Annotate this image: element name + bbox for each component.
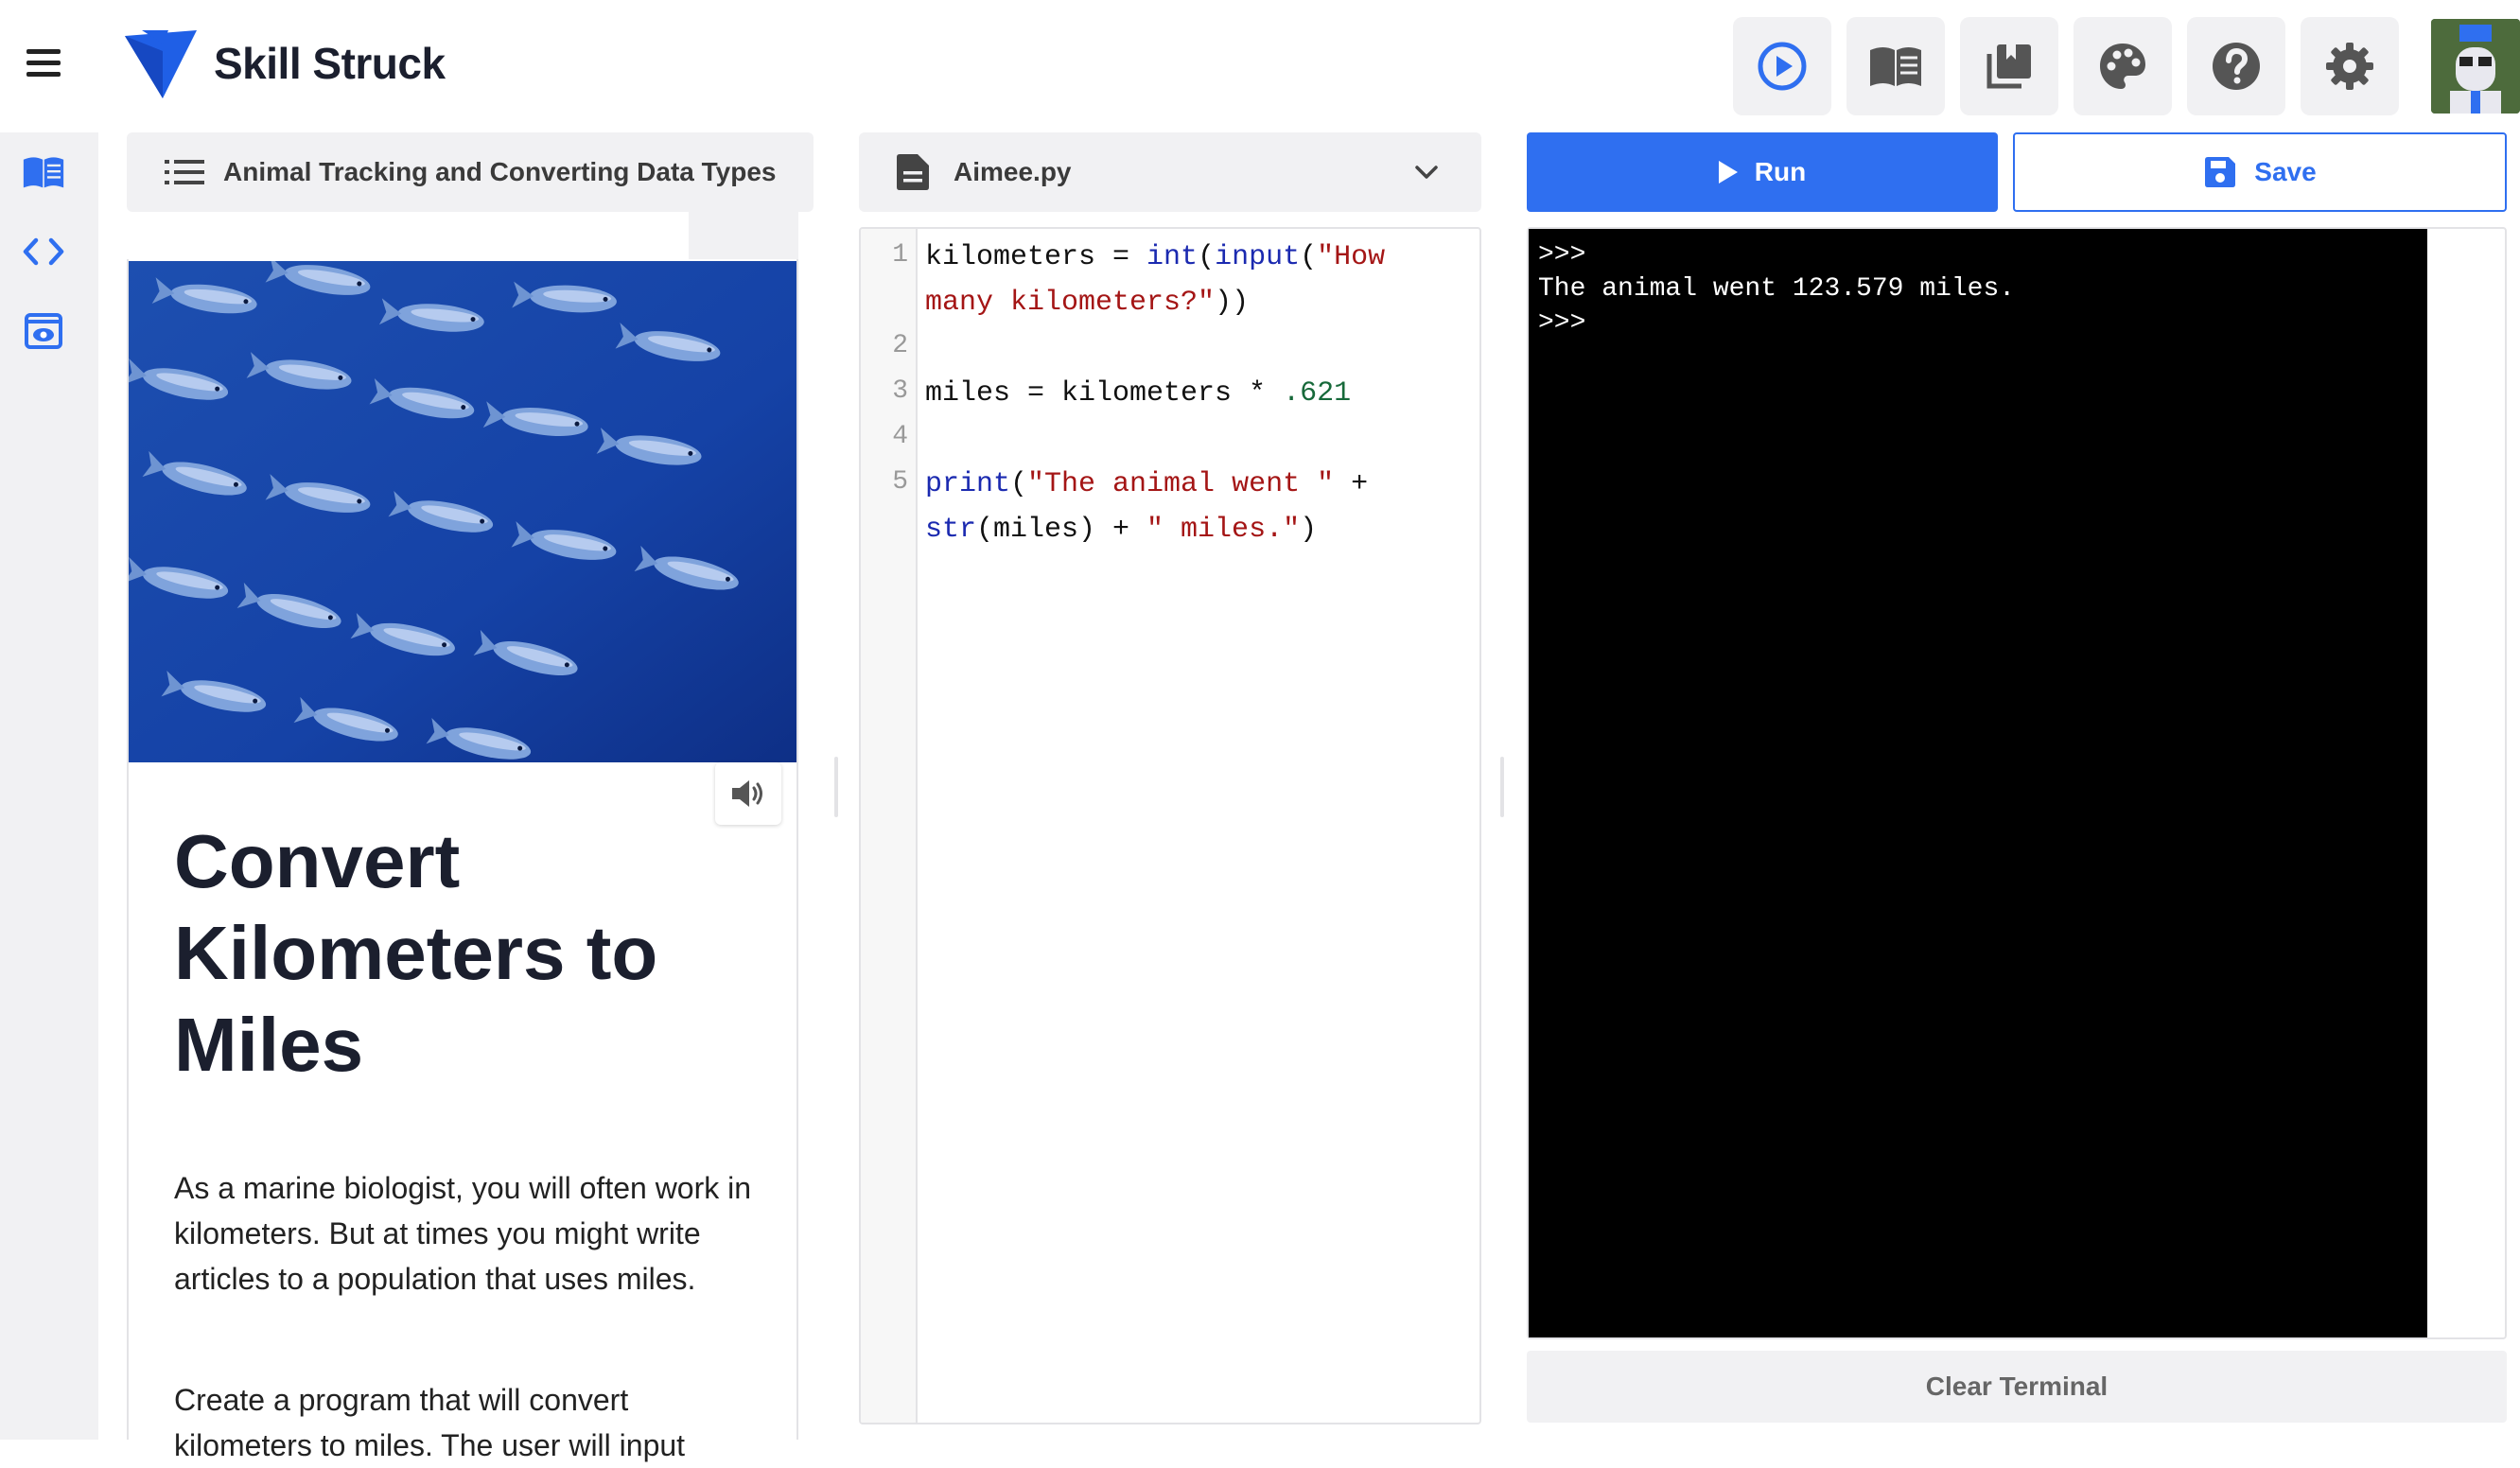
lesson-breadcrumb[interactable]: Animal Tracking and Converting Data Type… bbox=[127, 132, 814, 212]
toolbar-run-button[interactable] bbox=[1733, 17, 1831, 115]
hamburger-menu-icon[interactable] bbox=[19, 38, 68, 87]
line-number: 4 bbox=[892, 422, 908, 451]
lesson-heading: Convert Kilometers to Miles bbox=[174, 819, 658, 1087]
panel-resize-handle[interactable] bbox=[1500, 757, 1504, 817]
run-button[interactable]: Run bbox=[1527, 132, 1998, 212]
code-line: miles = kilometers * .621 bbox=[925, 377, 1352, 410]
code-line: kilometers = int(input("How bbox=[925, 241, 1386, 273]
toolbar-settings-button[interactable] bbox=[2301, 17, 2399, 115]
toolbar-theme-button[interactable] bbox=[2074, 17, 2172, 115]
line-number: 3 bbox=[892, 376, 908, 406]
lesson-image-school-of-fish bbox=[129, 261, 796, 762]
help-icon bbox=[2213, 43, 2260, 90]
speaker-icon bbox=[732, 780, 762, 807]
line-number: 5 bbox=[892, 467, 908, 497]
toolbar-lesson-button[interactable] bbox=[1846, 17, 1945, 115]
code-editor[interactable]: 1 2 3 4 5 kilometers = int(input("How ma… bbox=[859, 227, 1481, 1424]
list-icon bbox=[165, 160, 204, 184]
lesson-collapse-tab[interactable] bbox=[689, 212, 798, 261]
line-number: 2 bbox=[892, 331, 908, 360]
file-selector[interactable]: Aimee.py bbox=[859, 132, 1481, 212]
save-label: Save bbox=[2254, 157, 2317, 186]
library-icon bbox=[1986, 44, 2031, 89]
toolbar-library-button[interactable] bbox=[1960, 17, 2058, 115]
terminal-output[interactable]: >>> The animal went 123.579 miles. >>> bbox=[1529, 229, 2427, 1337]
settings-icon bbox=[2326, 43, 2373, 90]
line-number-gutter: 1 2 3 4 5 bbox=[861, 229, 918, 1423]
lesson-title: Animal Tracking and Converting Data Type… bbox=[223, 157, 777, 186]
panel-resize-handle[interactable] bbox=[834, 757, 838, 817]
clear-terminal-button[interactable]: Clear Terminal bbox=[1527, 1351, 2507, 1423]
brand-name: Skill Struck bbox=[214, 39, 446, 88]
toolbar-help-button[interactable] bbox=[2187, 17, 2285, 115]
save-icon bbox=[2205, 157, 2236, 187]
line-number: 1 bbox=[892, 240, 908, 270]
save-button[interactable]: Save bbox=[2013, 132, 2507, 212]
sidebar-preview-button[interactable] bbox=[19, 306, 68, 356]
sidebar-code-button[interactable] bbox=[19, 227, 68, 276]
lesson-paragraph: Create a program that will convert kilom… bbox=[174, 1383, 686, 1462]
lesson-paragraph: As a marine biologist, you will often wo… bbox=[174, 1171, 752, 1296]
open-book-icon bbox=[23, 157, 64, 188]
code-line: print("The animal went " + bbox=[925, 468, 1369, 500]
run-label: Run bbox=[1754, 157, 1807, 186]
preview-icon bbox=[25, 313, 62, 349]
code-line-wrap: str(miles) + " miles.") bbox=[925, 514, 1318, 546]
open-book-icon bbox=[1870, 47, 1921, 86]
code-icon bbox=[23, 237, 64, 266]
chevron-down-icon bbox=[1415, 166, 1438, 179]
skill-struck-logo bbox=[125, 30, 197, 98]
palette-icon bbox=[2100, 44, 2145, 89]
user-avatar[interactable] bbox=[2431, 19, 2520, 114]
play-icon bbox=[1718, 161, 1738, 184]
play-circle-icon bbox=[1758, 42, 1807, 91]
file-name: Aimee.py bbox=[954, 157, 1072, 186]
sidebar-lesson-button[interactable] bbox=[19, 148, 68, 197]
file-icon bbox=[897, 154, 929, 190]
code-line-wrap: many kilometers?")) bbox=[925, 287, 1250, 319]
